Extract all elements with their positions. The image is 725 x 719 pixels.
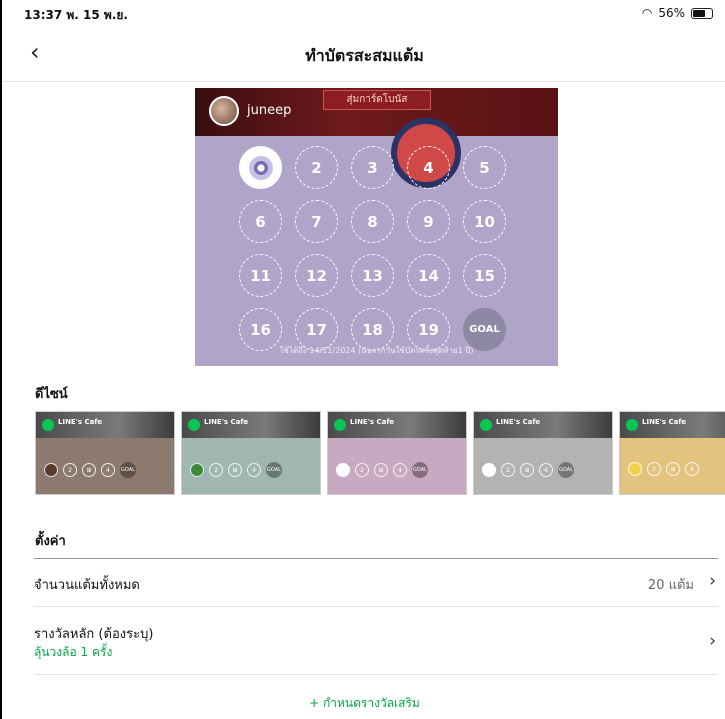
mini-slot: ⊞ xyxy=(82,463,96,477)
stamp-icon xyxy=(248,155,273,180)
design-option-4[interactable]: LINE's Cafe 2 ⊞ 4 GOAL xyxy=(473,411,613,495)
wifi-icon: ◠ xyxy=(641,6,653,20)
design-banner xyxy=(36,412,174,438)
design-option-1[interactable]: LINE's Cafe 2 ⊞ 4 GOAL xyxy=(35,411,175,495)
stamp-slot-12: 12 xyxy=(295,254,338,297)
mini-slots: 2 ⊞ 4 GOAL xyxy=(44,462,136,478)
battery-icon xyxy=(691,7,713,19)
stamp-card-preview: juneep สุ่มการ์ดโบนัส 2 3 4 5 6 7 8 9 10… xyxy=(195,88,558,366)
bonus-badge: สุ่มการ์ดโบนัส xyxy=(323,90,431,110)
status-right: ◠ 56% xyxy=(642,6,713,20)
status-time: 13:37 พ. 15 พ.ย. xyxy=(24,8,128,22)
mini-slot: 4 xyxy=(247,463,261,477)
badge-stamp-icon xyxy=(482,463,496,477)
stamp-slot-9: 9 xyxy=(407,200,450,243)
stamp-slot-2: 2 xyxy=(295,146,338,189)
stamp-slot-10: 10 xyxy=(463,200,506,243)
stamp-slot-5: 5 xyxy=(463,146,506,189)
screen: 13:37 พ. 15 พ.ย. ◠ 56% ‹ ทำบัตรสะสมแต้ม … xyxy=(0,0,725,719)
design-brand: LINE's Cafe xyxy=(642,418,687,426)
total-points-row[interactable]: จำนวนแต้มทั้งหมด 20 แต้ม › xyxy=(34,559,718,607)
add-bonus-reward-button[interactable]: + กำหนดรางวัลเสริม xyxy=(2,694,725,713)
stamp-slot-4: 4 xyxy=(407,146,450,189)
design-section-label: ดีไซน์ xyxy=(35,387,68,402)
frog-stamp-icon xyxy=(190,463,204,477)
design-option-5[interactable]: LINE's Cafe 2 ⊞ 4 xyxy=(619,411,725,495)
design-banner xyxy=(328,412,466,438)
mini-slots: 2 ⊞ 4 GOAL xyxy=(482,462,574,478)
design-banner xyxy=(474,412,612,438)
mini-slot-goal: GOAL xyxy=(558,462,574,478)
stamp-slot-11: 11 xyxy=(239,254,282,297)
design-option-3[interactable]: LINE's Cafe 2 ⊞ 4 GOAL xyxy=(327,411,467,495)
design-brand: LINE's Cafe xyxy=(204,418,249,426)
design-option-2[interactable]: LINE's Cafe 2 ⊞ 4 GOAL xyxy=(181,411,321,495)
design-brand: LINE's Cafe xyxy=(496,418,541,426)
mini-slot-goal: GOAL xyxy=(412,462,428,478)
stamp-slot-8: 8 xyxy=(351,200,394,243)
design-carousel[interactable]: LINE's Cafe 2 ⊞ 4 GOAL LINE's Cafe 2 ⊞ 4… xyxy=(35,411,725,495)
main-reward-row[interactable]: รางวัลหลัก (ต้องระบุ) ลุ้นวงล้อ 1 ครั้ง … xyxy=(34,607,718,675)
mini-slot: ⊞ xyxy=(228,463,242,477)
mini-slot: ⊞ xyxy=(520,463,534,477)
mini-slot: 2 xyxy=(209,463,223,477)
mini-slots: 2 ⊞ 4 GOAL xyxy=(336,462,428,478)
main-reward-value: ลุ้นวงล้อ 1 ครั้ง xyxy=(34,645,113,659)
mini-slot: 2 xyxy=(501,463,515,477)
stamp-slot-3: 3 xyxy=(351,146,394,189)
stamp-slot-14: 14 xyxy=(407,254,450,297)
username: juneep xyxy=(247,103,292,118)
line-logo-icon xyxy=(188,419,200,431)
mini-slot: 4 xyxy=(685,462,699,476)
mini-slot: 4 xyxy=(393,463,407,477)
mini-slot: ⊞ xyxy=(374,463,388,477)
total-points-value: 20 แต้ม xyxy=(647,578,694,593)
stamp-slot-15: 15 xyxy=(463,254,506,297)
mini-slots: 2 ⊞ 4 xyxy=(628,462,699,476)
stamp-slot-13: 13 xyxy=(351,254,394,297)
design-brand: LINE's Cafe xyxy=(350,418,395,426)
status-bar: 13:37 พ. 15 พ.ย. ◠ 56% xyxy=(2,0,725,26)
total-points-label: จำนวนแต้มทั้งหมด xyxy=(34,578,140,593)
mini-slots: 2 ⊞ 4 GOAL xyxy=(190,462,282,478)
mini-slot-goal: GOAL xyxy=(266,462,282,478)
chevron-right-icon: › xyxy=(709,631,716,651)
mini-slot: 4 xyxy=(101,463,115,477)
bunny-stamp-icon xyxy=(336,463,350,477)
validity-text: ใช้ได้ถึง 14/11/2024 (นับจากวันใช้บัตรคร… xyxy=(279,346,474,355)
line-logo-icon xyxy=(480,419,492,431)
mini-slot-goal: GOAL xyxy=(120,462,136,478)
bear-stamp-icon xyxy=(44,463,58,477)
stamp-slot-7: 7 xyxy=(295,200,338,243)
design-brand: LINE's Cafe xyxy=(58,418,103,426)
stamp-grid: 2 3 4 5 6 7 8 9 10 11 12 13 14 15 16 17 … xyxy=(239,146,506,351)
nav-header: ‹ ทำบัตรสะสมแต้ม xyxy=(2,26,725,82)
stamp-slot-6: 6 xyxy=(239,200,282,243)
stamp-slot-1 xyxy=(239,146,282,189)
mini-slot: 2 xyxy=(647,462,661,476)
main-reward-label: รางวัลหลัก (ต้องระบุ) xyxy=(34,627,154,642)
chevron-right-icon: › xyxy=(709,571,716,591)
mini-slot: 4 xyxy=(539,463,553,477)
line-logo-icon xyxy=(334,419,346,431)
line-logo-icon xyxy=(42,419,54,431)
card-header: juneep สุ่มการ์ดโบนัส xyxy=(195,88,558,136)
mini-slot: 2 xyxy=(63,463,77,477)
mini-slot: 2 xyxy=(355,463,369,477)
page-title: ทำบัตรสะสมแต้ม xyxy=(305,46,424,65)
coin-stamp-icon xyxy=(628,462,642,476)
battery-percent: 56% xyxy=(658,6,685,20)
settings-section-label: ตั้งค่า xyxy=(35,534,66,549)
avatar xyxy=(209,96,239,126)
line-logo-icon xyxy=(626,419,638,431)
mini-slot: ⊞ xyxy=(666,462,680,476)
design-banner xyxy=(182,412,320,438)
